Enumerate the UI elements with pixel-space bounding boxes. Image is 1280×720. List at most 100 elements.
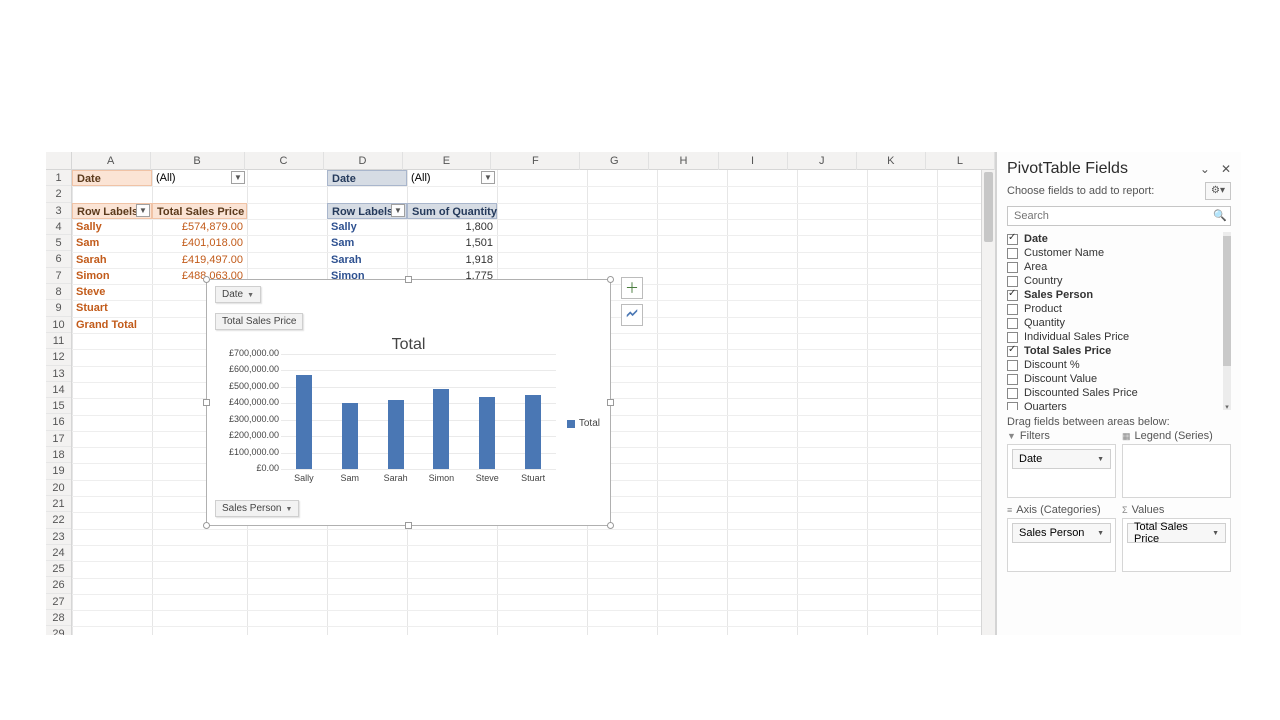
row-header[interactable]: 10 <box>46 317 71 333</box>
checkbox[interactable] <box>1007 290 1018 301</box>
row-header[interactable]: 11 <box>46 333 71 349</box>
field-list-item[interactable]: Quantity <box>1007 316 1229 330</box>
field-list-item[interactable]: Product <box>1007 302 1229 316</box>
checkbox[interactable] <box>1007 374 1018 385</box>
pane-options-icon[interactable]: ⌄ <box>1200 162 1210 176</box>
column-header[interactable]: J <box>788 152 857 170</box>
filter-dropdown-button[interactable]: ▼ <box>231 171 245 184</box>
resize-handle[interactable] <box>203 522 210 529</box>
checkbox[interactable] <box>1007 388 1018 399</box>
pivot-b-row-value[interactable]: 1,800 <box>407 219 497 235</box>
field-list-item[interactable]: Discount % <box>1007 358 1229 372</box>
column-header[interactable]: I <box>719 152 788 170</box>
row-header[interactable]: 16 <box>46 414 71 430</box>
close-icon[interactable]: ✕ <box>1221 162 1231 176</box>
row-header[interactable]: 17 <box>46 431 71 447</box>
filter-dropdown-button[interactable]: ▼ <box>481 171 495 184</box>
axis-chip-salesperson[interactable]: Sales Person▼ <box>1012 523 1111 543</box>
gear-icon[interactable]: ⚙▾ <box>1205 182 1231 200</box>
checkbox[interactable] <box>1007 360 1018 371</box>
row-header[interactable]: 25 <box>46 561 71 577</box>
checkbox[interactable] <box>1007 318 1018 329</box>
chart-bar[interactable] <box>388 400 404 469</box>
row-header[interactable]: 20 <box>46 480 71 496</box>
pivot-a-row-label[interactable]: Sally <box>72 219 152 235</box>
row-header[interactable]: 14 <box>46 382 71 398</box>
pivot-a-row-label[interactable]: Sam <box>72 235 152 251</box>
row-header[interactable]: 2 <box>46 186 71 202</box>
resize-handle[interactable] <box>607 276 614 283</box>
chart-filter-date-pill[interactable]: Date▼ <box>215 286 261 303</box>
chart-legend[interactable]: Total <box>567 418 600 429</box>
pivot-b-row-label[interactable]: Sally <box>327 219 407 235</box>
chart-measure-pill[interactable]: Total Sales Price <box>215 313 303 330</box>
search-input[interactable] <box>1007 206 1231 226</box>
field-list-item[interactable]: Quarters <box>1007 400 1229 410</box>
column-header[interactable]: G <box>580 152 649 170</box>
field-list-item[interactable]: Date <box>1007 232 1229 246</box>
field-list-item[interactable]: Discounted Sales Price <box>1007 386 1229 400</box>
grid-vertical-scrollbar[interactable] <box>981 170 995 635</box>
row-header[interactable]: 29 <box>46 626 71 635</box>
pivot-b-row-label[interactable]: Sam <box>327 235 407 251</box>
field-list-item[interactable]: Customer Name <box>1007 246 1229 260</box>
resize-handle[interactable] <box>203 276 210 283</box>
pivot-b-row-label[interactable]: Sarah <box>327 252 407 268</box>
column-header[interactable]: L <box>926 152 995 170</box>
resize-handle[interactable] <box>405 522 412 529</box>
pivot-a-value-header[interactable]: Total Sales Price <box>152 203 247 219</box>
row-header[interactable]: 9 <box>46 300 71 316</box>
column-header[interactable]: H <box>649 152 718 170</box>
field-search[interactable]: 🔍 <box>1007 206 1231 226</box>
row-header[interactable]: 23 <box>46 529 71 545</box>
chart-bar[interactable] <box>525 395 541 469</box>
row-header[interactable]: 1 <box>46 170 71 186</box>
row-header[interactable]: 4 <box>46 219 71 235</box>
row-header[interactable]: 18 <box>46 447 71 463</box>
chart-bar[interactable] <box>342 403 358 469</box>
field-list-item[interactable]: Country <box>1007 274 1229 288</box>
area-values[interactable]: ΣValues Total Sales Price▼ <box>1122 504 1231 572</box>
checkbox[interactable] <box>1007 248 1018 259</box>
column-header[interactable]: C <box>245 152 324 170</box>
pivot-b-row-value[interactable]: 1,501 <box>407 235 497 251</box>
pivot-a-row-value[interactable]: £401,018.00 <box>152 235 247 251</box>
column-header[interactable]: B <box>151 152 245 170</box>
filter-chip-date[interactable]: Date▼ <box>1012 449 1111 469</box>
area-axis[interactable]: ≡Axis (Categories) Sales Person▼ <box>1007 504 1116 572</box>
row-header[interactable]: 27 <box>46 594 71 610</box>
filter-dropdown-button[interactable]: ▼ <box>136 204 150 217</box>
row-header[interactable]: 6 <box>46 251 71 267</box>
pivot-a-filter-label[interactable]: Date <box>72 170 152 186</box>
chevron-down-icon[interactable]: ▾ <box>1223 404 1231 412</box>
chart-bar[interactable] <box>296 375 312 469</box>
row-header[interactable]: 21 <box>46 496 71 512</box>
pivot-a-row-label[interactable]: Simon <box>72 268 152 284</box>
checkbox[interactable] <box>1007 304 1018 315</box>
resize-handle[interactable] <box>607 522 614 529</box>
checkbox[interactable] <box>1007 346 1018 357</box>
field-list-scrollbar[interactable]: ▾ <box>1223 232 1231 410</box>
values-chip-total-sales-price[interactable]: Total Sales Price▼ <box>1127 523 1226 543</box>
pivot-chart[interactable]: Date▼ Total Sales Price Total Total Sale… <box>206 279 611 526</box>
row-header[interactable]: 8 <box>46 284 71 300</box>
column-header[interactable]: A <box>72 152 151 170</box>
spreadsheet-grid[interactable]: ABCDEFGHIJKL 123456789101112131415161718… <box>46 152 996 635</box>
row-header[interactable]: 15 <box>46 398 71 414</box>
chart-bar[interactable] <box>479 397 495 469</box>
field-list-item[interactable]: Sales Person <box>1007 288 1229 302</box>
resize-handle[interactable] <box>405 276 412 283</box>
column-header[interactable]: D <box>324 152 403 170</box>
checkbox[interactable] <box>1007 402 1018 411</box>
field-list-item[interactable]: Total Sales Price <box>1007 344 1229 358</box>
area-filters[interactable]: ▼Filters Date▼ <box>1007 430 1116 498</box>
pivot-a-grand-total-label[interactable]: Grand Total <box>72 317 152 333</box>
resize-handle[interactable] <box>607 399 614 406</box>
pivot-b-value-header[interactable]: Sum of Quantity <box>407 203 497 219</box>
pivot-b-row-value[interactable]: 1,918 <box>407 252 497 268</box>
checkbox[interactable] <box>1007 332 1018 343</box>
row-header[interactable]: 22 <box>46 512 71 528</box>
row-header[interactable]: 19 <box>46 463 71 479</box>
chart-axis-pill[interactable]: Sales Person▼ <box>215 500 299 517</box>
field-list-item[interactable]: Discount Value <box>1007 372 1229 386</box>
